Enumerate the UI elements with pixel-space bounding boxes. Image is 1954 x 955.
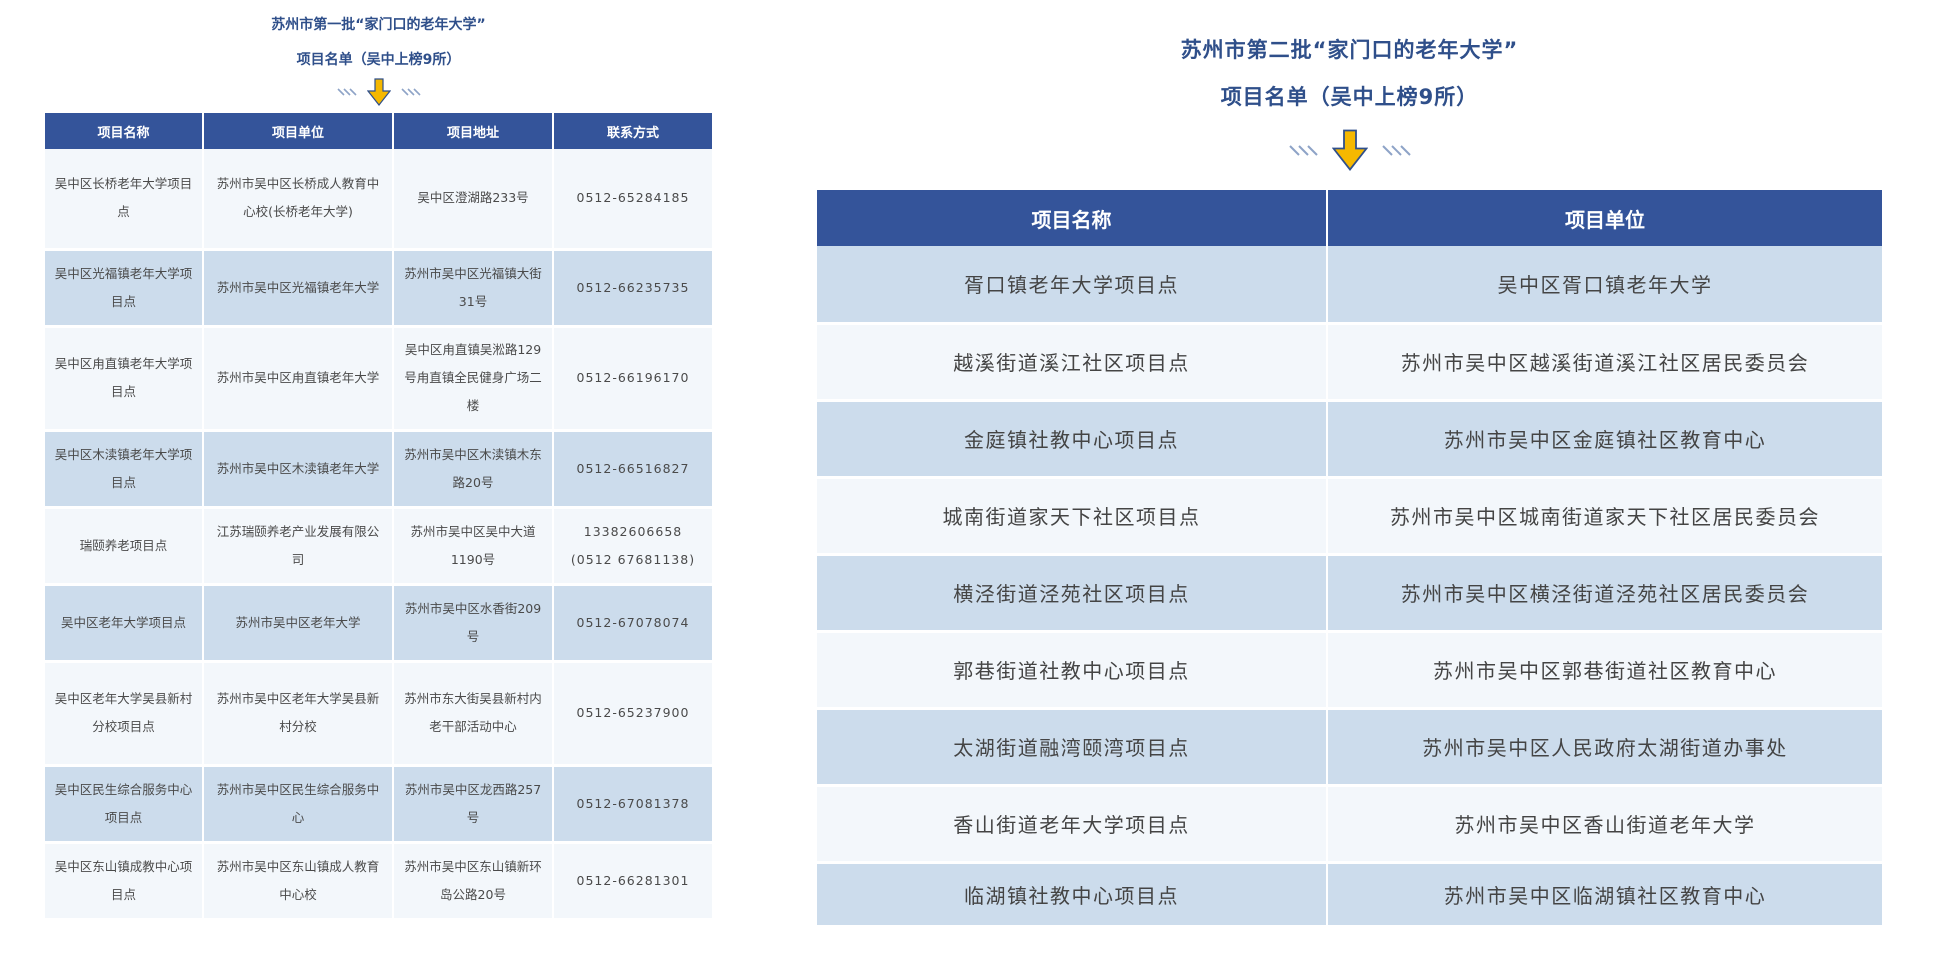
table-row: 吴中区长桥老年大学项目点 苏州市吴中区长桥成人教育中心校(长桥老年大学) 吴中区… bbox=[45, 149, 712, 251]
project-unit-cell: 苏州市吴中区民生综合服务中心 bbox=[203, 765, 394, 844]
project-unit-cell: 苏州市吴中区老年大学 bbox=[203, 584, 394, 663]
project-name-cell: 吴中区老年大学吴县新村分校项目点 bbox=[45, 661, 204, 767]
first-batch-panel: 苏州市第一批“家门口的老年大学” 项目名单（吴中上榜9所） 项目名称 项目单位 … bbox=[45, 0, 712, 921]
project-unit-cell: 苏州市吴中区光福镇老年大学 bbox=[203, 249, 394, 328]
project-unit-cell: 苏州市吴中区老年大学吴县新村分校 bbox=[203, 661, 394, 767]
contact-cell: 0512-67081378 bbox=[553, 765, 712, 844]
slash-lines-decoration bbox=[336, 88, 357, 96]
table-row: 胥口镇老年大学项目点 吴中区胥口镇老年大学 bbox=[817, 246, 1882, 325]
first-batch-title: 苏州市第一批“家门口的老年大学” bbox=[271, 17, 486, 33]
table-row: 吴中区光福镇老年大学项目点 苏州市吴中区光福镇老年大学 苏州市吴中区光福镇大街3… bbox=[45, 249, 712, 328]
project-name-cell: 横泾街道泾苑社区项目点 bbox=[817, 554, 1328, 633]
project-unit-cell: 苏州市吴中区木渎镇老年大学 bbox=[203, 430, 394, 509]
project-unit-cell: 苏州市吴中区长桥成人教育中心校(长桥老年大学) bbox=[203, 149, 394, 251]
table-row: 越溪街道溪江社区项目点 苏州市吴中区越溪街道溪江社区居民委员会 bbox=[817, 323, 1882, 402]
table-row: 吴中区甪直镇老年大学项目点 苏州市吴中区甪直镇老年大学 吴中区甪直镇吴淞路129… bbox=[45, 326, 712, 432]
table-row: 吴中区老年大学项目点 苏州市吴中区老年大学 苏州市吴中区水香街209号 0512… bbox=[45, 584, 712, 663]
contact-cell: 0512-67078074 bbox=[553, 584, 712, 663]
project-unit-cell: 吴中区胥口镇老年大学 bbox=[1327, 246, 1882, 325]
project-name-cell: 吴中区木渎镇老年大学项目点 bbox=[45, 430, 204, 509]
project-name-cell: 临湖镇社教中心项目点 bbox=[817, 862, 1328, 928]
project-address-cell: 苏州市吴中区水香街209号 bbox=[393, 584, 554, 663]
project-unit-cell: 苏州市吴中区城南街道家天下社区居民委员会 bbox=[1327, 477, 1882, 556]
project-name-cell: 胥口镇老年大学项目点 bbox=[817, 246, 1328, 325]
project-name-cell: 金庭镇社教中心项目点 bbox=[817, 400, 1328, 479]
table-row: 香山街道老年大学项目点 苏州市吴中区香山街道老年大学 bbox=[817, 785, 1882, 864]
project-address-cell: 苏州市吴中区龙西路257号 bbox=[393, 765, 554, 844]
project-unit-cell: 苏州市吴中区香山街道老年大学 bbox=[1327, 785, 1882, 864]
project-unit-cell: 苏州市吴中区越溪街道溪江社区居民委员会 bbox=[1327, 323, 1882, 402]
table-row: 金庭镇社教中心项目点 苏州市吴中区金庭镇社区教育中心 bbox=[817, 400, 1882, 479]
project-unit-cell: 苏州市吴中区临湖镇社区教育中心 bbox=[1327, 862, 1882, 928]
project-unit-cell: 苏州市吴中区金庭镇社区教育中心 bbox=[1327, 400, 1882, 479]
slash-lines-decoration bbox=[1381, 145, 1411, 156]
table-row: 横泾街道泾苑社区项目点 苏州市吴中区横泾街道泾苑社区居民委员会 bbox=[817, 554, 1882, 633]
arrow-decoration bbox=[817, 124, 1882, 176]
table-row: 临湖镇社教中心项目点 苏州市吴中区临湖镇社区教育中心 bbox=[817, 862, 1882, 928]
contact-cell: 0512-65237900 bbox=[553, 661, 712, 767]
table-row: 城南街道家天下社区项目点 苏州市吴中区城南街道家天下社区居民委员会 bbox=[817, 477, 1882, 556]
second-batch-panel: 苏州市第二批“家门口的老年大学” 项目名单（吴中上榜9所） 项目名称 项目单位 … bbox=[817, 0, 1882, 928]
table-header-row: 项目名称 项目单位 bbox=[817, 190, 1882, 246]
table-row: 吴中区民生综合服务中心项目点 苏州市吴中区民生综合服务中心 苏州市吴中区龙西路2… bbox=[45, 765, 712, 844]
project-name-cell: 城南街道家天下社区项目点 bbox=[817, 477, 1328, 556]
project-unit-cell: 苏州市吴中区人民政府太湖街道办事处 bbox=[1327, 708, 1882, 787]
arrow-decoration bbox=[45, 75, 712, 109]
project-unit-cell: 苏州市吴中区甪直镇老年大学 bbox=[203, 326, 394, 432]
column-header: 联系方式 bbox=[553, 113, 712, 149]
second-batch-table: 项目名称 项目单位 胥口镇老年大学项目点 吴中区胥口镇老年大学 越溪街道溪江社区… bbox=[817, 190, 1882, 928]
table-row: 吴中区老年大学吴县新村分校项目点 苏州市吴中区老年大学吴县新村分校 苏州市东大街… bbox=[45, 661, 712, 767]
first-batch-subtitle: 项目名单（吴中上榜9所） bbox=[296, 52, 461, 68]
project-name-cell: 吴中区甪直镇老年大学项目点 bbox=[45, 326, 204, 432]
second-batch-subtitle: 项目名单（吴中上榜9所） bbox=[1220, 85, 1479, 109]
project-address-cell: 吴中区甪直镇吴淞路129号甪直镇全民健身广场二楼 bbox=[393, 326, 554, 432]
project-name-cell: 吴中区东山镇成教中心项目点 bbox=[45, 842, 204, 921]
table-header-row: 项目名称 项目单位 项目地址 联系方式 bbox=[45, 113, 712, 149]
column-header: 项目名称 bbox=[817, 190, 1328, 246]
contact-cell: 0512-66281301 bbox=[553, 842, 712, 921]
project-name-cell: 吴中区民生综合服务中心项目点 bbox=[45, 765, 204, 844]
column-header: 项目单位 bbox=[1327, 190, 1882, 246]
first-batch-table: 项目名称 项目单位 项目地址 联系方式 吴中区长桥老年大学项目点 苏州市吴中区长… bbox=[45, 113, 712, 921]
down-arrow-icon bbox=[1331, 129, 1368, 171]
project-name-cell: 香山街道老年大学项目点 bbox=[817, 785, 1328, 864]
column-header: 项目单位 bbox=[203, 113, 394, 149]
project-address-cell: 苏州市吴中区木渎镇木东路20号 bbox=[393, 430, 554, 509]
project-name-cell: 郭巷街道社教中心项目点 bbox=[817, 631, 1328, 710]
contact-cell: 0512-66516827 bbox=[553, 430, 712, 509]
project-unit-cell: 江苏瑞颐养老产业发展有限公司 bbox=[203, 507, 394, 586]
project-name-cell: 太湖街道融湾颐湾项目点 bbox=[817, 708, 1328, 787]
project-name-cell: 瑞颐养老项目点 bbox=[45, 507, 204, 586]
slash-lines-decoration bbox=[1288, 145, 1318, 156]
project-unit-cell: 苏州市吴中区横泾街道泾苑社区居民委员会 bbox=[1327, 554, 1882, 633]
project-name-cell: 吴中区老年大学项目点 bbox=[45, 584, 204, 663]
table-row: 郭巷街道社教中心项目点 苏州市吴中区郭巷街道社区教育中心 bbox=[817, 631, 1882, 710]
project-unit-cell: 苏州市吴中区郭巷街道社区教育中心 bbox=[1327, 631, 1882, 710]
project-address-cell: 苏州市吴中区东山镇新环岛公路20号 bbox=[393, 842, 554, 921]
contact-cell: 0512-65284185 bbox=[553, 149, 712, 251]
column-header: 项目名称 bbox=[45, 113, 204, 149]
table-row: 吴中区木渎镇老年大学项目点 苏州市吴中区木渎镇老年大学 苏州市吴中区木渎镇木东路… bbox=[45, 430, 712, 509]
contact-cell: 0512-66235735 bbox=[553, 249, 712, 328]
project-address-cell: 苏州市东大街吴县新村内老干部活动中心 bbox=[393, 661, 554, 767]
project-name-cell: 吴中区光福镇老年大学项目点 bbox=[45, 249, 204, 328]
project-address-cell: 苏州市吴中区吴中大道1190号 bbox=[393, 507, 554, 586]
project-name-cell: 越溪街道溪江社区项目点 bbox=[817, 323, 1328, 402]
slash-lines-decoration bbox=[400, 88, 421, 96]
contact-cell: 13382606658 (0512 67681138) bbox=[553, 507, 712, 586]
second-batch-title: 苏州市第二批“家门口的老年大学” bbox=[1180, 38, 1519, 62]
project-address-cell: 苏州市吴中区光福镇大街31号 bbox=[393, 249, 554, 328]
table-row: 吴中区东山镇成教中心项目点 苏州市吴中区东山镇成人教育中心校 苏州市吴中区东山镇… bbox=[45, 842, 712, 921]
down-arrow-icon bbox=[366, 78, 391, 106]
table-row: 瑞颐养老项目点 江苏瑞颐养老产业发展有限公司 苏州市吴中区吴中大道1190号 1… bbox=[45, 507, 712, 586]
contact-cell: 0512-66196170 bbox=[553, 326, 712, 432]
project-name-cell: 吴中区长桥老年大学项目点 bbox=[45, 149, 204, 251]
column-header: 项目地址 bbox=[393, 113, 554, 149]
project-unit-cell: 苏州市吴中区东山镇成人教育中心校 bbox=[203, 842, 394, 921]
project-address-cell: 吴中区澄湖路233号 bbox=[393, 149, 554, 251]
table-row: 太湖街道融湾颐湾项目点 苏州市吴中区人民政府太湖街道办事处 bbox=[817, 708, 1882, 787]
